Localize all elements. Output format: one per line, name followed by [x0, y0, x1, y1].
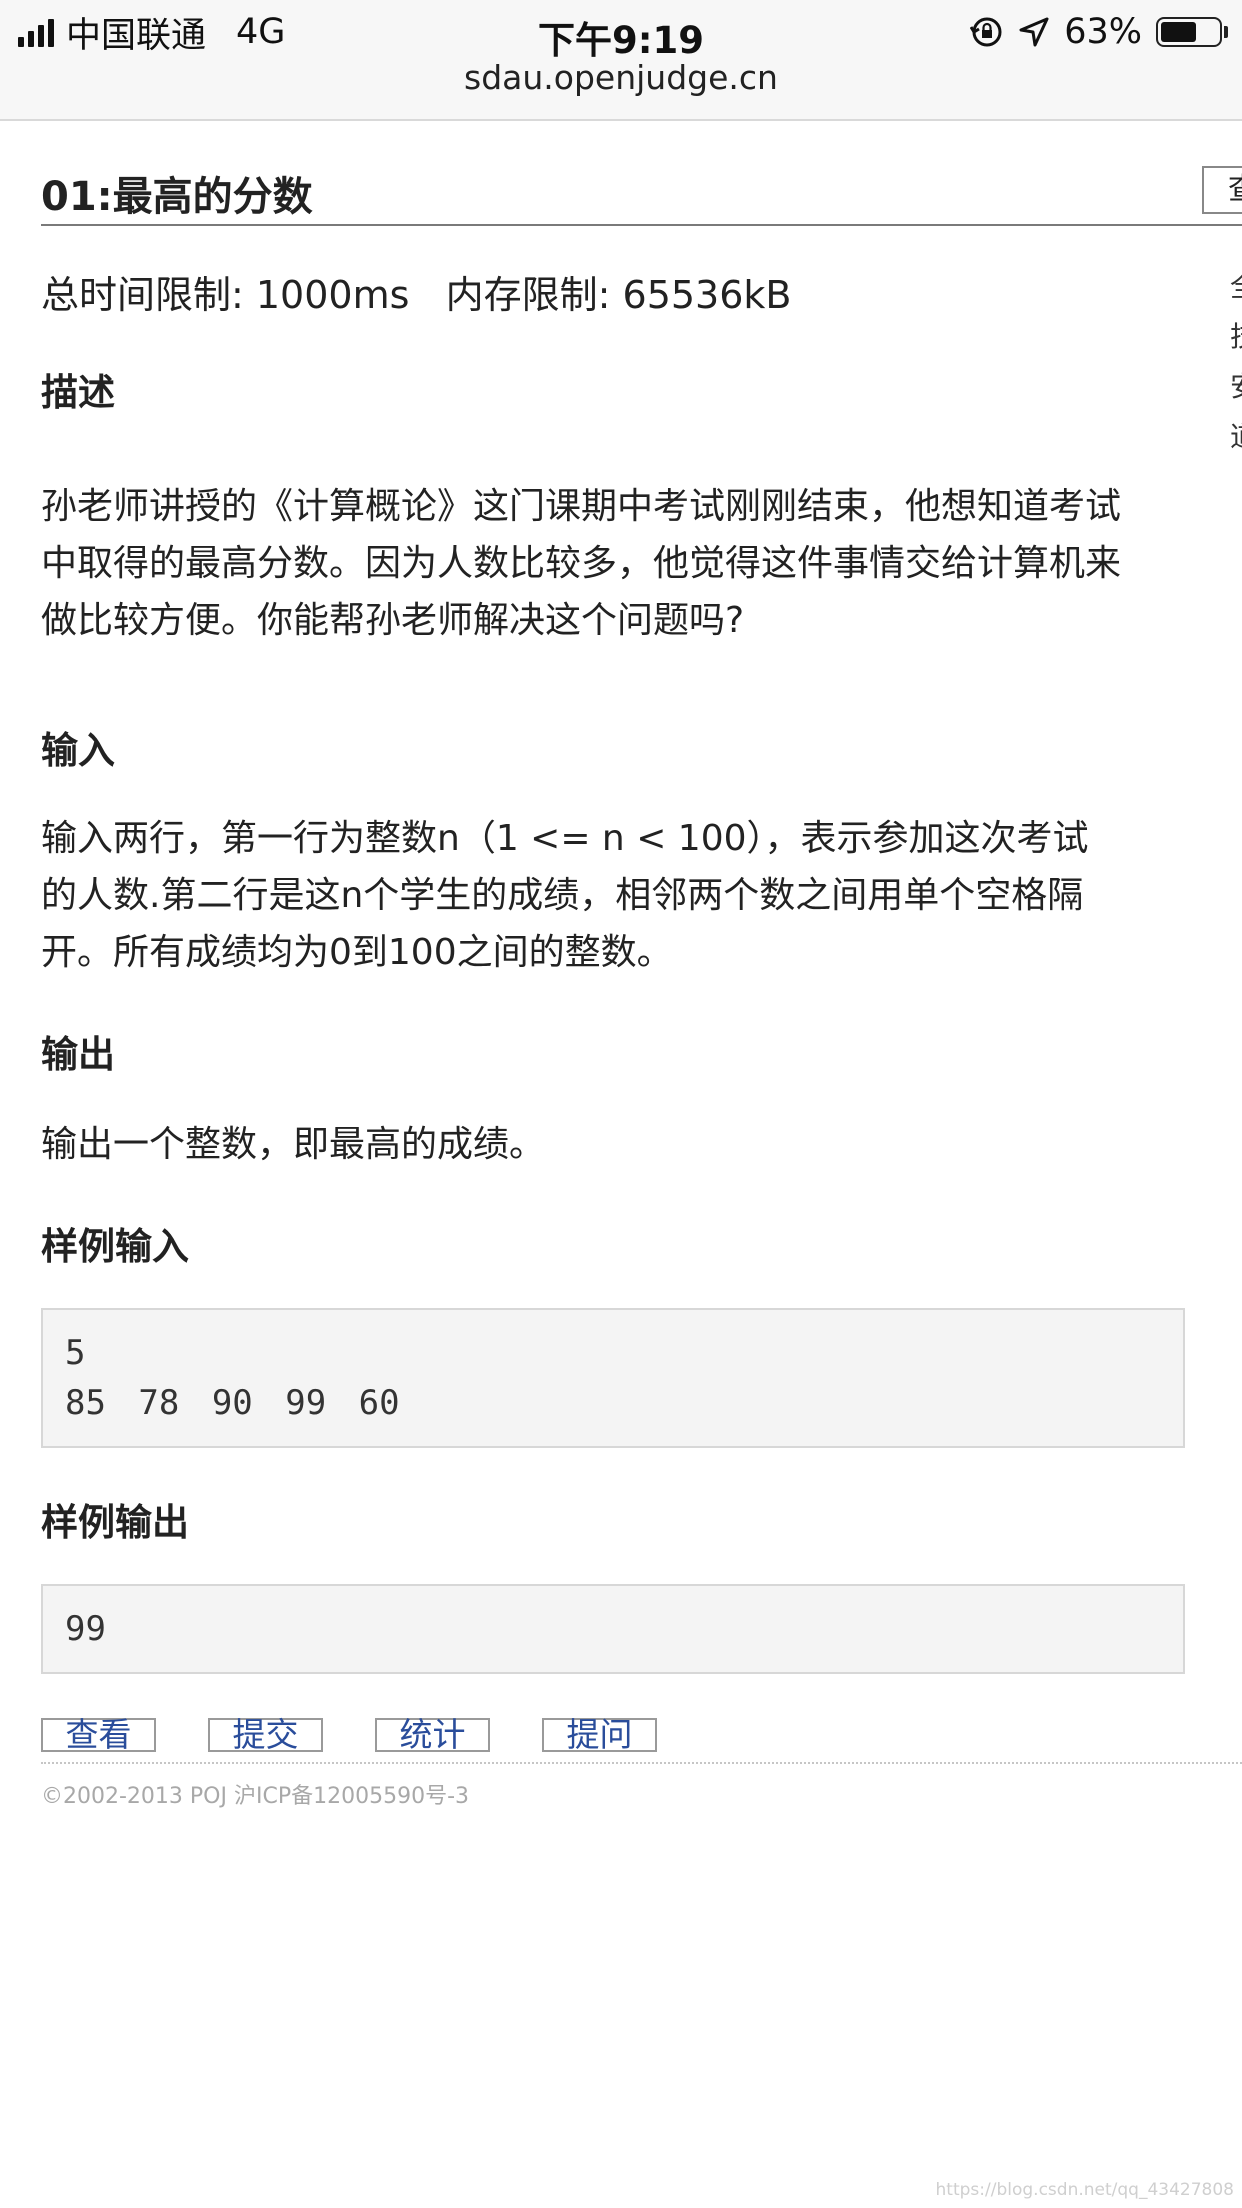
- sample-input-box: 5 85 78 90 99 60: [41, 1308, 1185, 1448]
- stats-link[interactable]: 统计: [375, 1718, 490, 1752]
- description-line: 做比较方便。你能帮孙老师解决这个问题吗?: [41, 600, 745, 641]
- battery-level-fill: [1161, 22, 1197, 42]
- view-link[interactable]: 查看: [41, 1718, 156, 1752]
- ask-link[interactable]: 提问: [542, 1718, 657, 1752]
- side-link[interactable]: 安: [1230, 362, 1242, 412]
- browser-top-bar: 中国联通 4G 下午9:19 63% sdau.openjudge.cn: [0, 0, 1242, 121]
- side-link[interactable]: 全: [1230, 262, 1242, 312]
- description-line: 孙老师讲授的《计算概论》这门课期中考试刚刚结束，他想知道考试: [41, 486, 1122, 527]
- title-row: 01:最高的分数: [41, 160, 1242, 226]
- problem-limits: 总时间限制: 1000ms 内存限制: 65536kB: [41, 273, 792, 317]
- page: 中国联通 4G 下午9:19 63% sdau.openjudge.cn 01:…: [0, 0, 1242, 2208]
- side-link[interactable]: 道: [1230, 412, 1242, 462]
- description-heading: 描述: [41, 371, 115, 414]
- input-text: 输入两行，第一行为整数n（1 <= n < 100），表示参加这次考试 的人数.…: [41, 810, 1191, 981]
- rotation-lock-icon: [970, 17, 1002, 47]
- side-link[interactable]: 技: [1230, 312, 1242, 362]
- sample-input-heading: 样例输入: [41, 1225, 189, 1268]
- input-line: 开。所有成绩均为0到100之间的整数。: [41, 932, 673, 973]
- input-line: 输入两行，第一行为整数n（1 <= n < 100），表示参加这次考试: [41, 818, 1089, 859]
- sample-output-heading: 样例输出: [41, 1501, 189, 1544]
- problem-title: 01:最高的分数: [41, 174, 313, 220]
- problem-actions: 查看 提交 统计 提问: [41, 1718, 657, 1752]
- description-text: 孙老师讲授的《计算概论》这门课期中考试刚刚结束，他想知道考试 中取得的最高分数。…: [41, 478, 1191, 649]
- battery-icon: [1156, 17, 1228, 47]
- footer-copyright: ©2002-2013 POJ 沪ICP备12005590号-3: [41, 1784, 470, 1809]
- sample-input-line: 85 78 90 99 60: [65, 1383, 400, 1423]
- side-panel-links: 全 技 安 道: [1230, 262, 1242, 462]
- description-line: 中取得的最高分数。因为人数比较多，他觉得这件事情交给计算机来: [41, 543, 1122, 584]
- input-line: 的人数.第二行是这n个学生的成绩，相邻两个数之间用单个空格隔: [41, 875, 1084, 916]
- sample-input-line: 5: [65, 1333, 86, 1373]
- output-text: 输出一个整数，即最高的成绩。: [41, 1124, 546, 1165]
- output-heading: 输出: [41, 1033, 115, 1076]
- input-heading: 输入: [41, 729, 115, 772]
- submit-link[interactable]: 提交: [208, 1718, 323, 1752]
- location-arrow-icon: [1019, 17, 1049, 47]
- side-panel-tab[interactable]: 查: [1202, 166, 1242, 214]
- address-bar[interactable]: sdau.openjudge.cn: [0, 58, 1242, 97]
- battery-percent: 63%: [1064, 12, 1142, 52]
- watermark: https://blog.csdn.net/qq_43427808: [935, 2180, 1234, 2200]
- status-bar-right: 63%: [970, 10, 1228, 54]
- sample-output-box: 99: [41, 1584, 1185, 1674]
- footer-divider: [41, 1762, 1242, 1764]
- sample-output-line: 99: [65, 1609, 106, 1649]
